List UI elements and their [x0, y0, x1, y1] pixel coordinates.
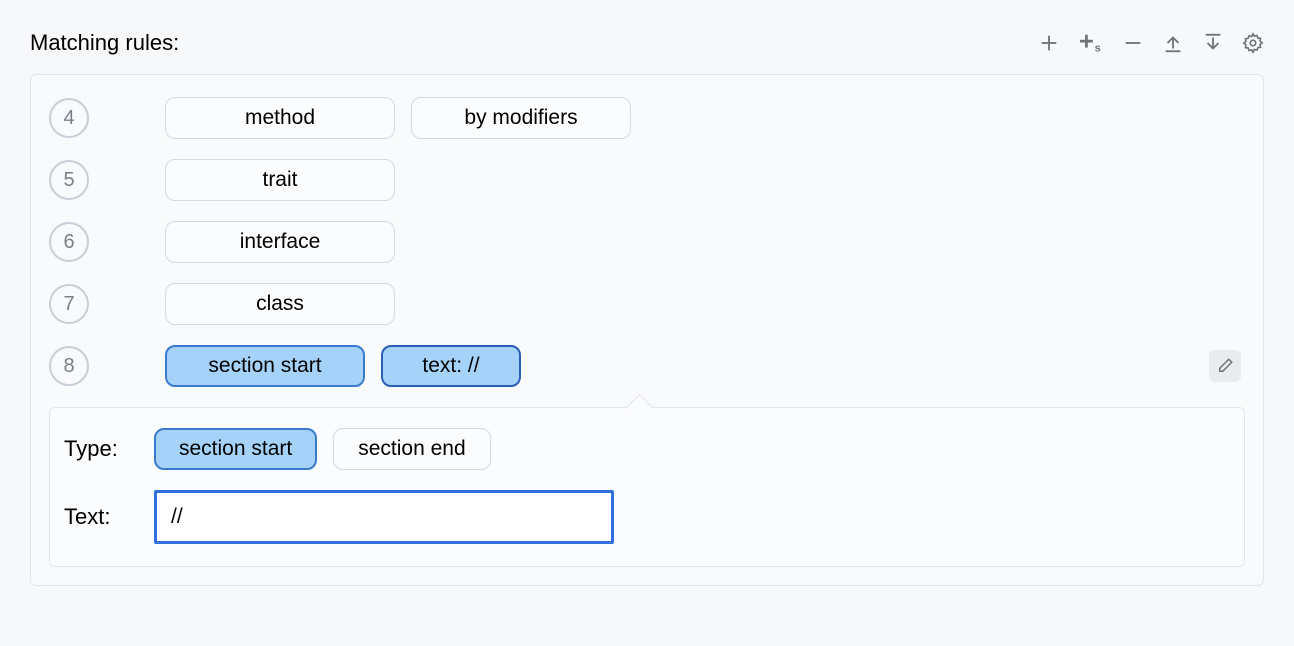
move-up-button[interactable]: [1162, 32, 1184, 54]
type-option-section-start[interactable]: section start: [154, 428, 317, 470]
move-down-button[interactable]: [1202, 32, 1224, 54]
rule-row[interactable]: 4 method by modifiers: [49, 87, 1245, 149]
text-label: Text:: [64, 504, 138, 530]
rule-detail-panel: Type: section start section end Text:: [49, 407, 1245, 567]
rule-number: 5: [49, 160, 89, 200]
rule-number: 8: [49, 346, 89, 386]
rule-tag[interactable]: text: //: [381, 345, 521, 387]
rule-tag[interactable]: trait: [165, 159, 395, 201]
rule-row[interactable]: 6 interface: [49, 211, 1245, 273]
rule-row[interactable]: 8 section start text: //: [49, 335, 1245, 397]
add-section-button[interactable]: s: [1078, 32, 1104, 54]
rule-tag[interactable]: by modifiers: [411, 97, 631, 139]
rule-number: 6: [49, 222, 89, 262]
rule-tag[interactable]: section start: [165, 345, 365, 387]
rule-row[interactable]: 7 class: [49, 273, 1245, 335]
settings-button[interactable]: [1242, 32, 1264, 54]
rule-number: 4: [49, 98, 89, 138]
rule-tag[interactable]: class: [165, 283, 395, 325]
section-title: Matching rules:: [30, 30, 179, 56]
rule-number: 7: [49, 284, 89, 324]
rule-tag[interactable]: interface: [165, 221, 395, 263]
type-option-section-end[interactable]: section end: [333, 428, 490, 470]
remove-button[interactable]: [1122, 32, 1144, 54]
edit-rule-button[interactable]: [1209, 350, 1241, 382]
type-label: Type:: [64, 436, 138, 462]
svg-text:s: s: [1095, 42, 1101, 54]
rules-panel: 4 method by modifiers 5 trait 6 interfac…: [30, 74, 1264, 586]
text-input[interactable]: [154, 490, 614, 544]
rule-row[interactable]: 5 trait: [49, 149, 1245, 211]
rules-toolbar: s: [1038, 32, 1264, 54]
add-button[interactable]: [1038, 32, 1060, 54]
rule-tag[interactable]: method: [165, 97, 395, 139]
